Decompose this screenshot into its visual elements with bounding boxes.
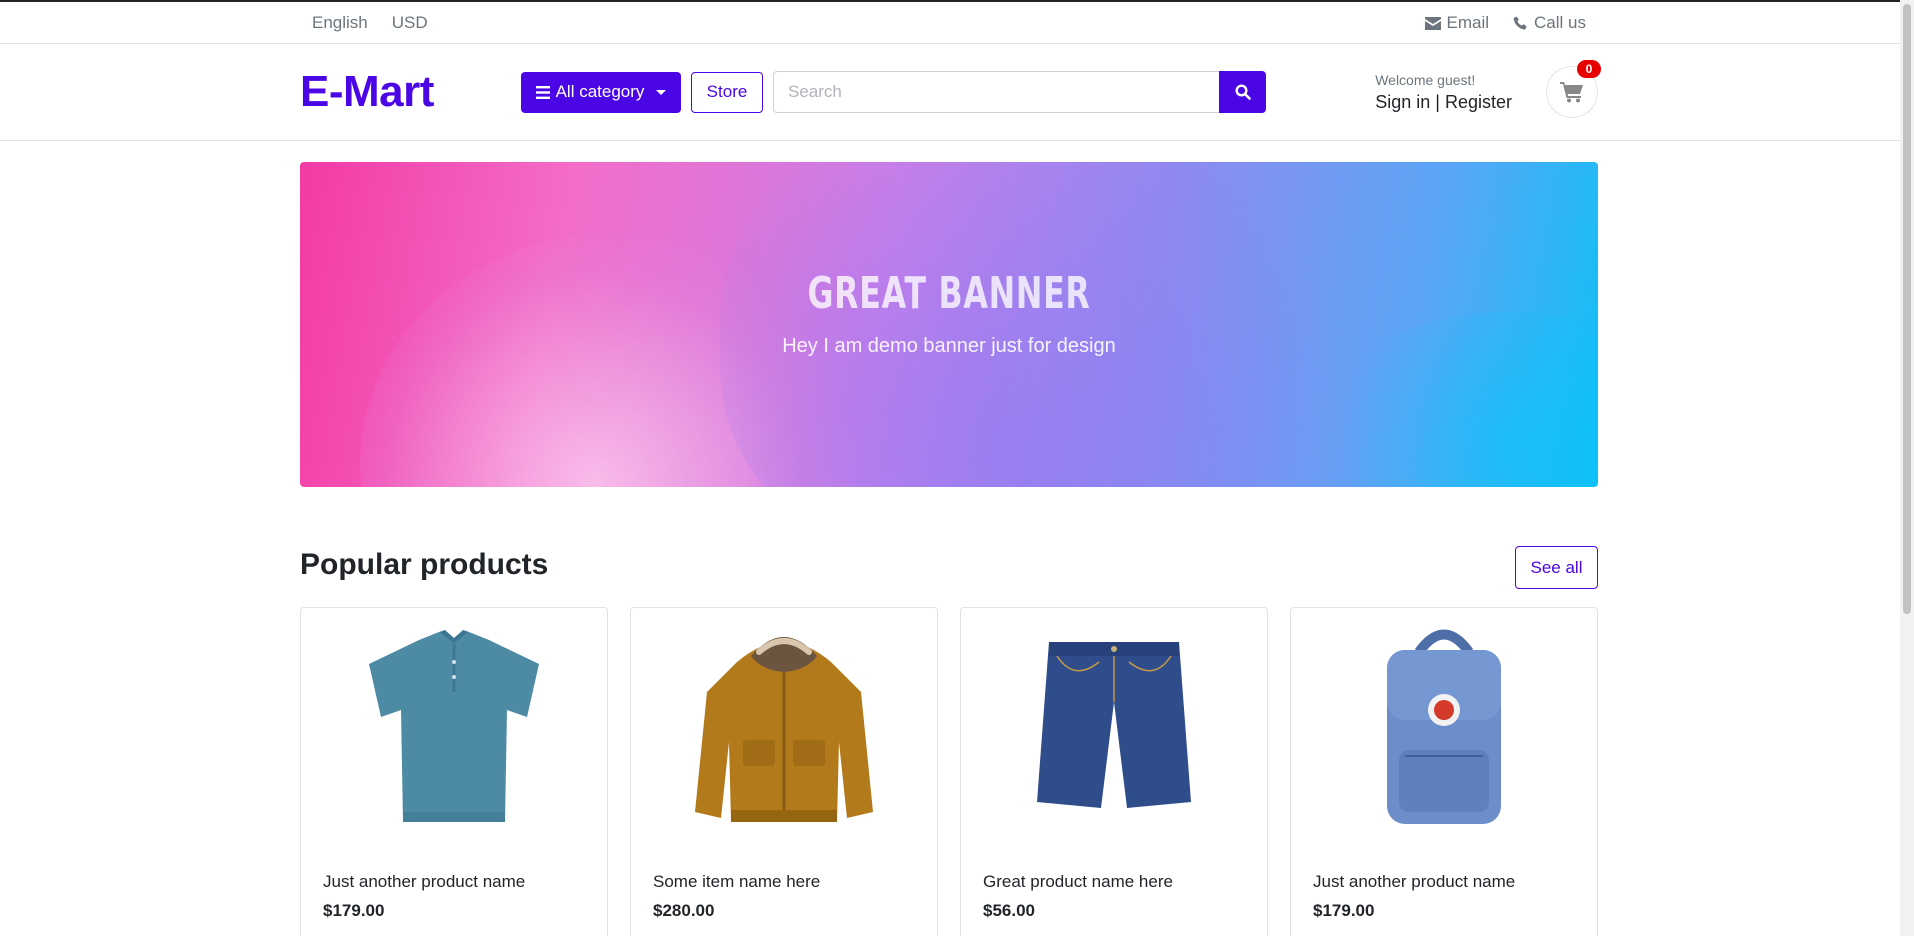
product-price: $56.00: [983, 901, 1035, 920]
store-button[interactable]: Store: [691, 71, 763, 113]
hero-banner[interactable]: GREAT BANNER Hey I am demo banner just f…: [300, 162, 1598, 487]
search-icon: [1234, 84, 1251, 100]
jeans-shorts-icon[interactable]: [1014, 622, 1214, 832]
user-block: Welcome guest! Sign in | Register: [1375, 72, 1512, 113]
top-bar: English USD Email Call us: [0, 2, 1914, 44]
banner-subtitle: Hey I am demo banner just for design: [782, 335, 1116, 357]
product-card[interactable]: Some item name here $280.00: [630, 607, 938, 936]
page: English USD Email Call us E-Mart All cat…: [0, 0, 1914, 936]
cart-count-badge: 0: [1577, 60, 1601, 78]
backpack-icon[interactable]: [1344, 622, 1544, 832]
section-title: Popular products: [300, 548, 549, 581]
search-input[interactable]: [773, 71, 1219, 113]
see-all-button[interactable]: See all: [1515, 546, 1598, 589]
product-name[interactable]: Great product name here: [983, 872, 1173, 892]
scrollbar-thumb[interactable]: [1903, 4, 1911, 614]
all-category-button[interactable]: All category: [521, 71, 681, 113]
polo-shirt-icon[interactable]: [354, 622, 554, 832]
email-label: Email: [1446, 13, 1490, 32]
product-card[interactable]: Just another product name $179.00: [1290, 607, 1598, 936]
search-bar: [773, 71, 1266, 113]
call-us-label: Call us: [1534, 13, 1586, 32]
all-category-label: All category: [555, 82, 645, 101]
sign-in-link[interactable]: Sign in: [1375, 92, 1430, 112]
bars-icon: [535, 85, 550, 99]
product-name[interactable]: Some item name here: [653, 872, 820, 892]
jacket-icon[interactable]: [684, 622, 884, 832]
email-link[interactable]: Email: [1424, 13, 1490, 33]
product-name[interactable]: Just another product name: [1313, 872, 1515, 892]
shopping-cart-icon: [1560, 82, 1583, 103]
search-button[interactable]: [1219, 71, 1266, 113]
product-price: $179.00: [323, 901, 385, 920]
auth-separator: |: [1435, 91, 1440, 112]
logo[interactable]: E-Mart: [300, 67, 521, 117]
product-price: $280.00: [653, 901, 715, 920]
language-selector[interactable]: English: [312, 13, 368, 33]
call-us-link[interactable]: Call us: [1513, 13, 1586, 33]
register-link[interactable]: Register: [1445, 92, 1512, 112]
welcome-text: Welcome guest!: [1375, 71, 1476, 88]
envelope-icon: [1424, 16, 1441, 30]
banner-title: GREAT BANNER: [807, 268, 1091, 319]
product-grid: Just another product name $179.00 Some i…: [300, 607, 1598, 936]
page-scrollbar[interactable]: [1900, 0, 1914, 936]
caret-down-icon: [656, 89, 667, 95]
product-card[interactable]: Just another product name $179.00: [300, 607, 608, 936]
product-price: $179.00: [1313, 901, 1375, 920]
product-name[interactable]: Just another product name: [323, 872, 525, 892]
cart-button[interactable]: 0: [1546, 60, 1601, 118]
phone-icon: [1513, 15, 1527, 30]
header: E-Mart All category Store Welcome guest!…: [0, 44, 1914, 141]
product-card[interactable]: Great product name here $56.00: [960, 607, 1268, 936]
currency-selector[interactable]: USD: [392, 13, 428, 33]
popular-products-header: Popular products See all: [300, 546, 1598, 590]
